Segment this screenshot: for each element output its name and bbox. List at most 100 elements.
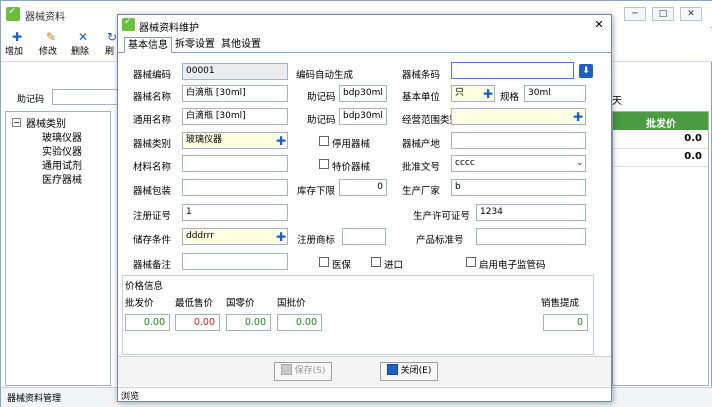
edit-label: 修改 [39,47,58,57]
close-label: 关闭(E) [400,366,432,376]
tab-split-settings[interactable]: 拆零设置 [172,37,218,53]
common-mnemonic-field[interactable]: bdp30ml [339,108,387,125]
delete-button[interactable]: ✕ 删除 [71,30,95,60]
dialog-close-icon[interactable]: ✕ [592,18,606,31]
tree-item[interactable]: 通用试剂 [42,157,82,172]
category-field[interactable]: 玻璃仪器 [182,132,288,149]
reg-cert-field[interactable]: 1 [182,204,288,221]
spec-label: 规格 [500,92,520,103]
common-mnemonic-label: 助记码 [307,115,336,126]
wholesale-field[interactable]: 0.00 [125,314,170,331]
add-button[interactable]: ✚ 增加 [5,30,29,60]
tree-root[interactable]: 器械类别 [26,115,66,130]
storage-field[interactable]: dddrrr [182,228,288,245]
name-field[interactable]: 白滴瓶 [30ml] [182,85,288,102]
maximize-button[interactable]: □ [652,7,674,21]
truncated-label: 天 [612,96,622,107]
barcode-field[interactable] [451,62,574,79]
remark-label: 器械备注 [133,260,172,271]
collapse-icon[interactable]: − [12,118,21,127]
basic-info-form: 器械编码 00001 编码自动生成 器械条码 ⬇ 器械名称 白滴瓶 [30ml]… [118,54,611,355]
trademark-label: 注册商标 [297,235,336,246]
min-retail-field[interactable]: 0.00 [175,314,220,331]
e-supervision-checkbox[interactable] [466,257,476,267]
grid-header-wholesale[interactable]: 批发价 [646,115,676,130]
grid-cell[interactable]: 0.0 [684,151,702,162]
category-label: 器械类别 [133,139,172,150]
min-stock-field[interactable]: 0 [339,179,387,196]
material-label: 材料名称 [133,162,172,173]
data-grid: 批发价 0.0 0.0 [612,111,709,386]
barcode-download-icon[interactable]: ⬇ [579,64,593,78]
package-field[interactable] [182,179,288,196]
common-name-field[interactable]: 白滴瓶 [30ml] [182,108,288,125]
origin-field[interactable] [451,132,586,149]
name-mnemonic-label: 助记码 [307,92,336,103]
import-label: 进口 [384,260,404,271]
app-logo-icon [6,6,20,21]
common-name-label: 通用名称 [133,115,172,126]
save-label: 保存(S) [294,366,326,376]
national-retail-label: 国零价 [226,298,255,309]
tab-basic-info[interactable]: 基本信息 [124,37,172,53]
dialog-title-bar: 器械资料维护 ✕ [118,15,611,35]
medical-insurance-label: 医保 [332,260,352,271]
manufacturer-field[interactable]: b [451,179,586,196]
spec-field[interactable]: 30ml [524,85,586,102]
code-field[interactable]: 00001 [182,63,288,80]
chevron-down-icon[interactable]: ⌄ [576,158,584,168]
medical-insurance-checkbox[interactable] [319,257,329,267]
disabled-checkbox[interactable] [319,136,329,146]
license-field[interactable]: 1234 [476,204,586,221]
approval-label: 批准文号 [402,162,441,173]
national-wholesale-field[interactable]: 0.00 [277,314,322,331]
origin-label: 器械产地 [402,139,441,150]
approval-select[interactable]: cccc [451,155,586,172]
scope-select-icon[interactable]: ✚ [573,111,583,123]
name-mnemonic-field[interactable]: bdp30ml [339,85,387,102]
delete-label: 删除 [71,47,90,57]
storage-label: 储存条件 [133,235,172,246]
national-retail-field[interactable]: 0.00 [226,314,271,331]
save-button[interactable]: 保存(S) [274,362,332,381]
code-label: 器械编码 [133,70,172,81]
grid-cell[interactable]: 0.0 [684,133,702,144]
special-price-label: 特价器械 [332,162,371,173]
e-supervision-label: 启用电子监管码 [479,260,546,271]
min-retail-label: 最低售价 [175,298,214,309]
scope-field[interactable] [451,108,586,125]
main-close-button[interactable]: ✕ [680,7,702,21]
special-price-checkbox[interactable] [319,159,329,169]
license-label: 生产许可证号 [413,211,471,222]
import-checkbox[interactable] [371,257,381,267]
storage-select-icon[interactable]: ✚ [276,231,286,243]
edit-button[interactable]: ✎ 修改 [39,30,63,60]
commission-field[interactable]: 0 [543,314,588,331]
tree-item[interactable]: 实验仪器 [42,143,82,158]
dialog-footer: 保存(S) 关闭(E) [118,356,611,386]
trademark-field[interactable] [342,228,386,245]
manufacturer-label: 生产厂家 [402,186,441,197]
minimize-button[interactable]: ─ [624,7,646,21]
standard-field[interactable] [476,228,586,245]
unit-select-icon[interactable]: ✚ [483,88,493,100]
edit-icon: ✎ [45,30,57,44]
main-status-text: 器械资料管理 [7,394,62,404]
remark-field[interactable] [182,253,288,270]
barcode-label: 器械条码 [402,70,441,81]
tree-item[interactable]: 玻璃仪器 [42,129,82,144]
auto-code-label: 编码自动生成 [296,70,354,81]
name-label: 器械名称 [133,92,172,103]
tree-item[interactable]: 医疗器械 [42,171,82,186]
grid-header: 批发价 [613,112,708,130]
grid-row-divider [613,166,708,167]
min-stock-label: 库存下限 [297,186,336,197]
material-field[interactable] [182,155,288,172]
category-select-icon[interactable]: ✚ [276,135,286,147]
tab-other-settings[interactable]: 其他设置 [218,37,264,53]
delete-icon: ✕ [77,30,89,44]
close-button[interactable]: 关闭(E) [380,362,438,381]
grid-row-divider [613,148,708,149]
item-edit-dialog: 器械资料维护 ✕ 基本信息 拆零设置 其他设置 器械编码 00001 编码自动生… [117,14,612,402]
search-input[interactable] [52,89,124,105]
